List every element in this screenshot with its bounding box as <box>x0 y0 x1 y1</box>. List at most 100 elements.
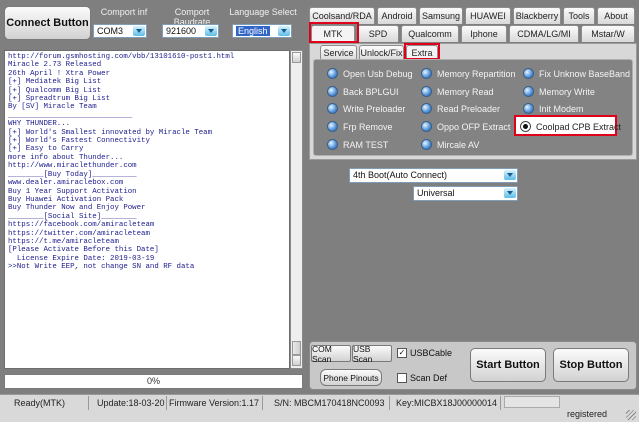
option-oppo-ofp-extract[interactable]: Oppo OFP Extract <box>421 121 510 132</box>
tab-cdma-lg-mi[interactable]: CDMA/LG/MI <box>509 25 579 42</box>
comport-label: Comport inf <box>100 7 148 17</box>
log-output[interactable]: http://forum.gsmhosting.com/vbb/13101610… <box>4 50 290 369</box>
radio-icon <box>327 139 338 150</box>
language-value: English <box>236 26 270 36</box>
usb-scan-button[interactable]: USB Scan <box>352 344 392 364</box>
status-divider <box>262 396 263 410</box>
log-line: [+] Qualcomm Big List <box>8 86 102 95</box>
log-line: Miracle 2.73 Released <box>8 61 102 70</box>
radio-icon <box>421 103 432 114</box>
option-mircale-av[interactable]: Mircale AV <box>421 139 479 150</box>
usbcable-checkbox[interactable]: ✓ USBCable <box>397 348 452 358</box>
radio-icon <box>327 68 338 79</box>
option-back-bplgui[interactable]: Back BPLGUI <box>327 86 399 97</box>
tab-huawei[interactable]: HUAWEI <box>465 7 511 24</box>
chevron-down-icon <box>504 188 516 198</box>
status-firmware: Firmware Version:1.17 <box>169 398 260 408</box>
log-line: [+] World's Smallest innovated by Miracl… <box>8 128 213 137</box>
chevron-down-icon <box>504 170 516 180</box>
log-line: www.dealer.amiraclebox.com <box>8 179 124 188</box>
option-memory-repartition[interactable]: Memory Repartition <box>421 68 516 79</box>
option-ram-test[interactable]: RAM TEST <box>327 139 388 150</box>
chevron-down-icon <box>205 26 217 36</box>
log-line: https://facebook.com/amiracleteam <box>8 221 155 230</box>
log-line: 26th April ! Xtra Power <box>8 69 111 78</box>
log-line: [+] Spreadtrum Big List <box>8 95 111 104</box>
option-fix-unknow-baseband[interactable]: Fix Unknow BaseBand <box>523 68 630 79</box>
option-memory-read[interactable]: Memory Read <box>421 86 494 97</box>
scroll-thumb[interactable] <box>292 341 301 355</box>
baudrate-select[interactable]: 921600 <box>162 24 219 38</box>
log-line: https://t.me/amiracleteam <box>8 237 119 246</box>
log-line: ____________________________ <box>8 111 133 120</box>
option-memory-write[interactable]: Memory Write <box>523 86 595 97</box>
status-registered: registered <box>567 409 608 419</box>
connect-button[interactable]: Connect Button <box>4 6 91 40</box>
subtab-unlock-fix[interactable]: Unlock/Fix <box>359 45 404 59</box>
option-init-modem[interactable]: Init Modem <box>523 103 584 114</box>
language-select[interactable]: English <box>232 24 292 38</box>
comport-value: COM3 <box>97 26 124 36</box>
start-button[interactable]: Start Button <box>470 348 546 382</box>
status-ready: Ready(MTK) <box>14 398 66 408</box>
scroll-down-arrow[interactable] <box>292 355 301 366</box>
phone-pinouts-button[interactable]: Phone Pinouts <box>320 369 382 386</box>
log-scrollbar[interactable] <box>290 50 303 369</box>
radio-icon <box>421 139 432 150</box>
tab-blackberry[interactable]: Blackberry <box>513 7 561 24</box>
option-coolpad-cpb-extract[interactable]: Coolpad CPB Extract <box>520 121 621 132</box>
log-line: [Please Activate Before this Date] <box>8 246 159 255</box>
status-divider <box>88 396 89 410</box>
progress-bar: 0% <box>4 374 303 389</box>
radio-icon <box>523 68 534 79</box>
log-line: WHY THUNDER... <box>8 120 71 129</box>
tab-tools[interactable]: Tools <box>563 7 595 24</box>
tab-about[interactable]: About <box>597 7 635 24</box>
radio-checked-icon <box>520 121 531 132</box>
progress-text: 0% <box>146 376 160 386</box>
resize-grip-icon[interactable] <box>626 410 636 420</box>
tab-qualcomm[interactable]: Qualcomm <box>401 25 459 42</box>
status-sn: S/N: MBCM170418NC0093 <box>274 398 385 408</box>
radio-icon <box>523 86 534 97</box>
scan-def-checkbox[interactable]: Scan Def <box>397 373 447 383</box>
log-line: more info about Thunder... <box>8 153 124 162</box>
subtab-service[interactable]: Service <box>320 45 357 59</box>
status-divider <box>500 396 501 410</box>
tab-android[interactable]: Android <box>377 7 417 24</box>
log-line: License Expire Date: 2019-03-19 <box>8 254 155 263</box>
radio-icon <box>421 121 432 132</box>
scroll-up-arrow[interactable] <box>292 52 301 63</box>
chip-value: Universal <box>417 188 455 198</box>
chip-select[interactable]: Universal <box>413 186 518 201</box>
language-label: Language Select <box>229 7 297 17</box>
tab-iphone[interactable]: Iphone <box>461 25 507 42</box>
radio-icon <box>523 103 534 114</box>
option-write-preloader[interactable]: Write Preloader <box>327 103 405 114</box>
log-line: Buy 1 Year Support Activation <box>8 187 137 196</box>
radio-icon <box>327 121 338 132</box>
log-line: ________[Buy Today]__________ <box>8 170 137 179</box>
tab-mstar-w[interactable]: Mstar/W <box>581 25 635 42</box>
log-line: [+] Easy to Carry <box>8 145 84 154</box>
comport-select[interactable]: COM3 <box>93 24 147 38</box>
log-line: ________[Social Site]________ <box>8 212 137 221</box>
chevron-down-icon <box>278 26 290 36</box>
mtk-tab-highlight <box>309 22 359 43</box>
tab-spd[interactable]: SPD <box>357 25 399 42</box>
option-frp-remove[interactable]: Frp Remove <box>327 121 393 132</box>
stop-button[interactable]: Stop Button <box>553 348 629 382</box>
baudrate-value: 921600 <box>166 26 197 36</box>
boot-mode-select[interactable]: 4th Boot(Auto Connect) <box>349 168 518 183</box>
log-line: [+] Mediatek Big List <box>8 78 102 87</box>
com-scan-button[interactable]: COM Scan <box>311 344 351 364</box>
radio-icon <box>327 86 338 97</box>
log-line: http://forum.gsmhosting.com/vbb/13101610… <box>8 53 235 61</box>
log-line: Buy Huawei Activation Pack <box>8 195 124 204</box>
status-divider <box>166 396 167 410</box>
option-open-usb-debug[interactable]: Open Usb Debug <box>327 68 413 79</box>
checkbox-icon <box>397 373 407 383</box>
tab-samsung[interactable]: Samsung <box>419 7 463 24</box>
log-line: Buy Thunder Now and Enjoy Power <box>8 204 146 213</box>
option-read-preloader[interactable]: Read Preloader <box>421 103 500 114</box>
